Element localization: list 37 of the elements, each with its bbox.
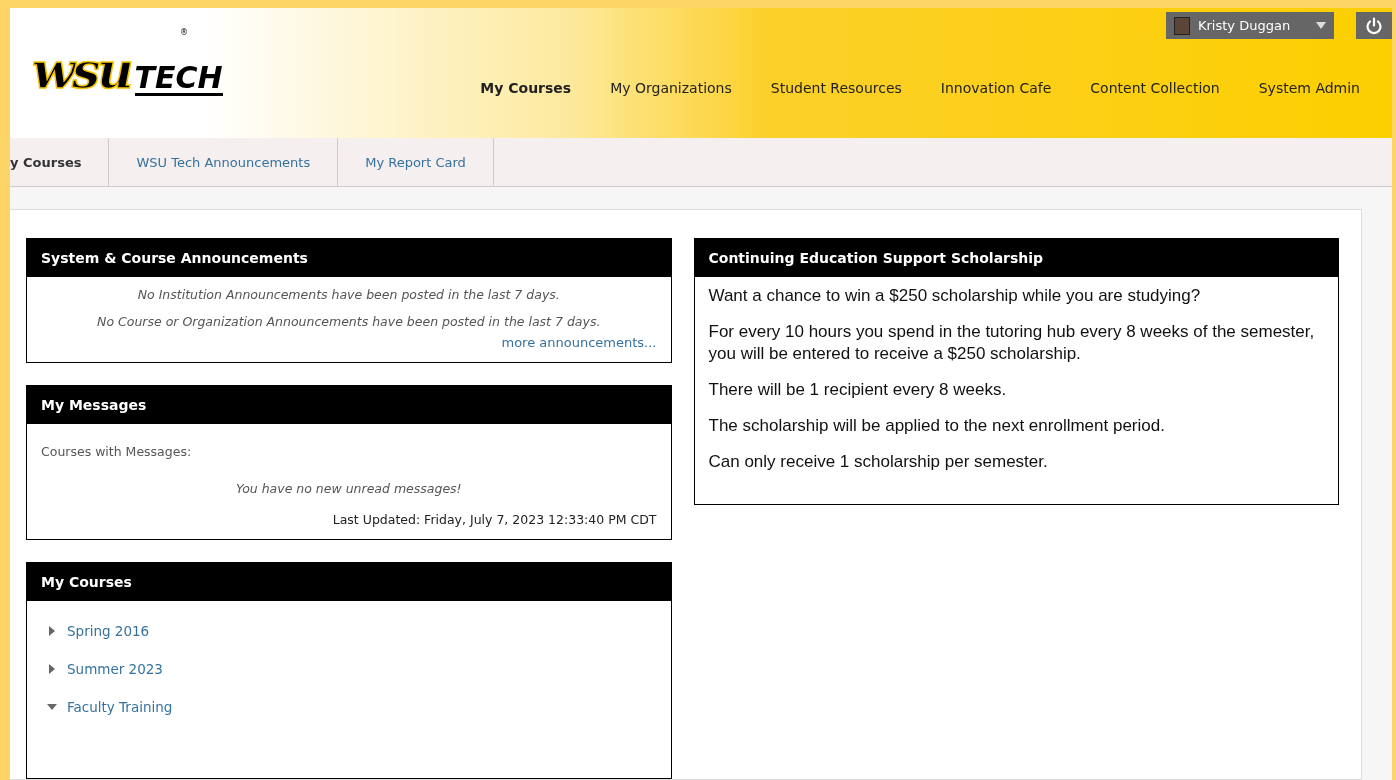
power-icon xyxy=(1365,16,1383,35)
course-group-link[interactable]: Summer 2023 xyxy=(67,661,163,677)
module-title: System & Course Announcements xyxy=(27,239,671,277)
nav-link[interactable]: Content Collection xyxy=(1090,80,1220,96)
scholarship-paragraph: There will be 1 recipient every 8 weeks. xyxy=(708,379,1008,402)
messages-label: Courses with Messages: xyxy=(41,444,193,459)
scholarship-paragraph: Want a chance to win a $250 scholarship while you are studying? xyxy=(708,285,1202,307)
scholarship-paragraph: The scholarship will be applied to the next enrollment period. xyxy=(708,415,1166,438)
nav-link[interactable]: Student Resources xyxy=(770,80,902,96)
scholarship-paragraph: Can only receive 1 scholarship per semester. xyxy=(708,451,1049,474)
logo[interactable]: wsuTECH ® xyxy=(10,8,223,96)
nav-link[interactable]: Innovation Cafe xyxy=(940,80,1052,96)
caret-icon[interactable] xyxy=(47,664,57,674)
module-title: My Courses xyxy=(27,563,671,601)
empty-messages-note: You have no new unread messages! xyxy=(234,481,463,496)
module-title: My Messages xyxy=(27,386,671,424)
tab[interactable]: WSU Tech Announcements xyxy=(109,138,339,186)
tab[interactable]: y Courses xyxy=(10,138,110,186)
caret-icon xyxy=(1316,22,1326,29)
announcement-note: No Course or Organization Announcements have been posted in the last 7 days. xyxy=(96,314,602,329)
caret-icon[interactable] xyxy=(47,702,57,712)
caret-icon[interactable] xyxy=(47,626,57,636)
last-updated-text: Last Updated: Friday, July 7, 2023 12:33:40 PM CDT xyxy=(332,512,657,527)
nav-link[interactable]: My Courses xyxy=(480,80,572,96)
user-menu-button[interactable]: Kristy Duggan xyxy=(1166,12,1334,39)
nav-link[interactable]: System Admin xyxy=(1258,80,1360,96)
tab[interactable]: My Report Card xyxy=(338,138,494,186)
more-announcements-link[interactable]: more announcements... xyxy=(501,335,657,350)
scholarship-paragraph: For every 10 hours you spend in the tutoring hub every 8 weeks of the semester, you will be entered to receive a $250 scholarship. xyxy=(708,321,1316,366)
course-group-link[interactable]: Faculty Training xyxy=(67,699,173,715)
course-group-link[interactable]: Spring 2016 xyxy=(67,623,150,639)
announcement-note: No Institution Announcements have been posted in the last 7 days. xyxy=(136,287,561,302)
power-button[interactable] xyxy=(1356,12,1392,39)
module-title: Continuing Education Support Scholarship xyxy=(694,239,1338,277)
nav-link[interactable]: My Organizations xyxy=(610,80,732,96)
user-name: Kristy Duggan xyxy=(1198,18,1292,33)
avatar-photo xyxy=(1174,16,1190,35)
